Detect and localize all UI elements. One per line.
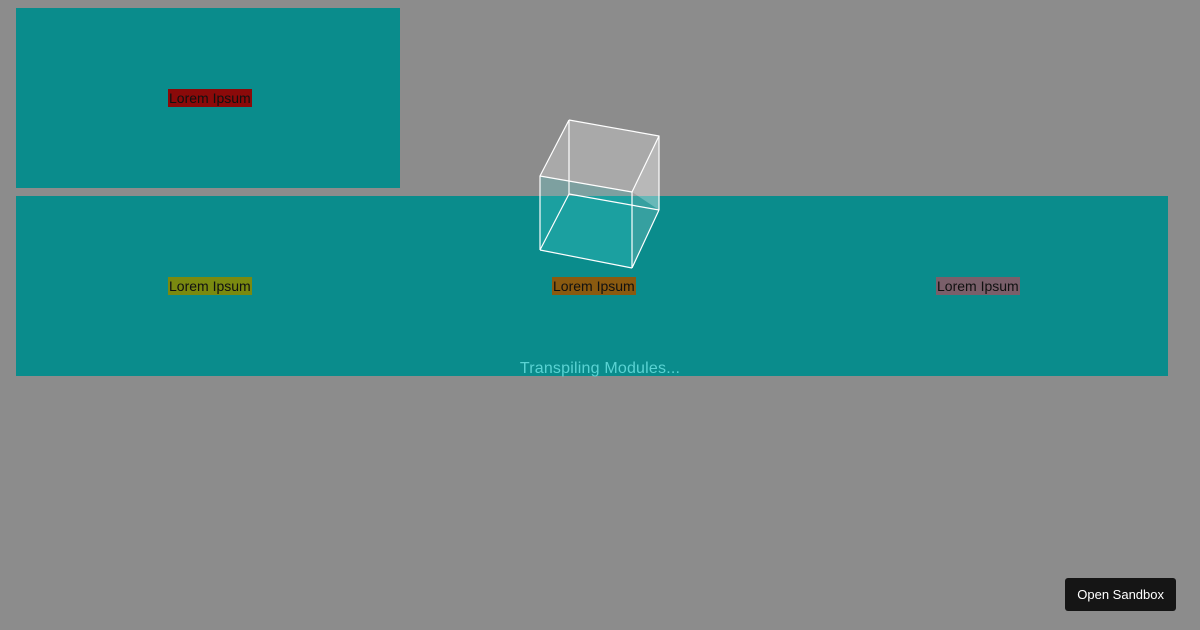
sandbox-preview: Lorem Ipsum Lorem Ipsum Lorem Ipsum Lore… <box>0 0 1200 630</box>
open-sandbox-button[interactable]: Open Sandbox <box>1065 578 1176 611</box>
wide-panel-label-right: Lorem Ipsum <box>936 277 1020 295</box>
cube-icon <box>539 119 660 269</box>
wide-panel-label-left: Lorem Ipsum <box>168 277 252 295</box>
loading-indicator <box>500 110 700 280</box>
top-panel: Lorem Ipsum <box>16 8 400 188</box>
loading-status-text: Transpiling Modules... <box>519 360 681 377</box>
top-panel-label: Lorem Ipsum <box>168 89 252 107</box>
